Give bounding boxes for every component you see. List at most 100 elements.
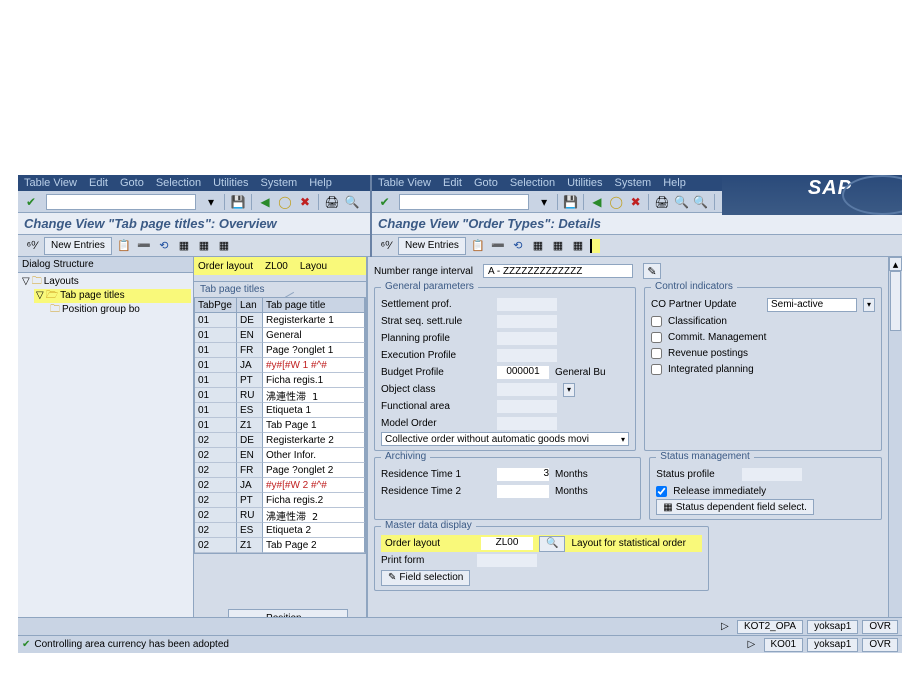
nri-input[interactable]: [483, 264, 633, 278]
cell-title[interactable]: Other Infor.: [263, 448, 365, 463]
cell-title[interactable]: 沸連性滞 2: [263, 508, 365, 523]
rt2-input[interactable]: [497, 485, 549, 498]
budprof-input[interactable]: 000001: [497, 366, 549, 379]
del-icon-r[interactable]: ➖: [490, 238, 506, 254]
sel-icon[interactable]: ▦: [176, 238, 192, 254]
menu-edit-r[interactable]: Edit: [443, 177, 462, 189]
cell-tabpge[interactable]: 02: [195, 478, 237, 493]
new-entries-button[interactable]: New Entries: [44, 237, 112, 255]
table-row[interactable]: 02PTFicha regis.2: [195, 493, 365, 508]
model-input[interactable]: [497, 417, 557, 430]
tree-root[interactable]: ▽🗀Layouts: [20, 275, 191, 289]
table-row[interactable]: 02DERegisterkarte 2: [195, 433, 365, 448]
exit-icon-r[interactable]: ◯: [608, 193, 625, 211]
menu-help[interactable]: Help: [309, 177, 332, 189]
status1-arrow[interactable]: ▷: [721, 621, 733, 632]
col-tabpge[interactable]: TabPge: [195, 298, 237, 313]
planprof-input[interactable]: [497, 332, 557, 345]
cell-title[interactable]: 沸連性滞 1: [263, 388, 365, 403]
pencil-icon[interactable]: ✎: [643, 263, 661, 279]
col-title[interactable]: Tab page title: [263, 298, 365, 313]
cell-lan[interactable]: RU: [237, 388, 263, 403]
del-icon[interactable]: ➖: [136, 238, 152, 254]
print-icon[interactable]: 🖨: [323, 193, 341, 211]
command-field-r[interactable]: [399, 194, 529, 210]
sel2-icon[interactable]: ▦: [196, 238, 212, 254]
table-row[interactable]: 01FRPage ?onglet 1: [195, 343, 365, 358]
cell-title[interactable]: #y#[#W 2 #^#: [263, 478, 365, 493]
undo-icon-r[interactable]: ⟲: [510, 238, 526, 254]
cell-lan[interactable]: FR: [237, 343, 263, 358]
cell-tabpge[interactable]: 02: [195, 433, 237, 448]
intp-chk[interactable]: [651, 364, 662, 375]
selB-icon-r[interactable]: ▦: [550, 238, 566, 254]
table-row[interactable]: 02Z1Tab Page 2: [195, 538, 365, 553]
cell-tabpge[interactable]: 01: [195, 328, 237, 343]
cell-title[interactable]: Tab Page 2: [263, 538, 365, 553]
cell-tabpge[interactable]: 01: [195, 403, 237, 418]
table-row[interactable]: 02RU沸連性滞 2: [195, 508, 365, 523]
menu-tableview[interactable]: Table View: [24, 177, 77, 189]
menu-selection-r[interactable]: Selection: [510, 177, 555, 189]
dd-icon[interactable]: ▾: [202, 193, 220, 211]
exit-icon[interactable]: ◯: [276, 193, 294, 211]
cell-title[interactable]: General: [263, 328, 365, 343]
order-layout-value[interactable]: ZL00: [259, 259, 294, 273]
menu-utilities-r[interactable]: Utilities: [567, 177, 602, 189]
cell-tabpge[interactable]: 02: [195, 538, 237, 553]
expand-icon-r[interactable]: ⁶⁰⁄: [378, 238, 394, 254]
cell-lan[interactable]: DE: [237, 313, 263, 328]
execprof-input[interactable]: [497, 349, 557, 362]
copy-icon[interactable]: 📋: [116, 238, 132, 254]
commit-chk[interactable]: [651, 332, 662, 343]
cell-lan[interactable]: EN: [237, 448, 263, 463]
new-entries-button-r[interactable]: New Entries: [398, 237, 466, 255]
cancel-icon-r[interactable]: ✖: [627, 193, 644, 211]
back-icon-r[interactable]: ◀: [588, 193, 605, 211]
table-row[interactable]: 02FRPage ?onglet 2: [195, 463, 365, 478]
cell-lan[interactable]: ES: [237, 523, 263, 538]
findnext-icon-r[interactable]: 🔍: [692, 193, 709, 211]
scroll-up-icon[interactable]: ▴: [889, 257, 902, 271]
table-row[interactable]: 02ESEtiqueta 2: [195, 523, 365, 538]
undo-icon[interactable]: ⟲: [156, 238, 172, 254]
sp-input[interactable]: [742, 468, 802, 481]
rel-chk[interactable]: [656, 486, 667, 497]
table-row[interactable]: 01PTFicha regis.1: [195, 373, 365, 388]
cell-title[interactable]: Page ?onglet 1: [263, 343, 365, 358]
table-row[interactable]: 02JA#y#[#W 2 #^#: [195, 478, 365, 493]
objclass-input[interactable]: [497, 383, 557, 396]
vscroll[interactable]: ▴ ▾: [888, 257, 902, 633]
save-icon[interactable]: 💾: [229, 193, 247, 211]
cell-title[interactable]: Etiqueta 1: [263, 403, 365, 418]
tree-child2[interactable]: 🗀Position group bo: [48, 303, 191, 317]
cancel-icon[interactable]: ✖: [296, 193, 314, 211]
table-row[interactable]: 01ENGeneral: [195, 328, 365, 343]
cell-title[interactable]: Tab Page 1: [263, 418, 365, 433]
cell-title[interactable]: #y#[#W 1 #^#: [263, 358, 365, 373]
copu-dd[interactable]: Semi-active: [767, 298, 857, 312]
dd-icon-r[interactable]: ▾: [535, 193, 552, 211]
cell-tabpge[interactable]: 01: [195, 313, 237, 328]
cell-lan[interactable]: JA: [237, 358, 263, 373]
menu-selection[interactable]: Selection: [156, 177, 201, 189]
tree-child1[interactable]: ▽🗁Tab page titles: [34, 289, 191, 303]
cell-lan[interactable]: ES: [237, 403, 263, 418]
tab-titles-grid[interactable]: TabPge Lan Tab page title 01DERegisterka…: [194, 297, 366, 554]
expand-icon[interactable]: ⁶⁰⁄: [24, 238, 40, 254]
cell-title[interactable]: Etiqueta 2: [263, 523, 365, 538]
find-icon-r[interactable]: 🔍: [673, 193, 690, 211]
settprof-input[interactable]: [497, 298, 557, 311]
menu-system[interactable]: System: [261, 177, 298, 189]
ok-icon-r[interactable]: ✔: [376, 193, 393, 211]
strat-input[interactable]: [497, 315, 557, 328]
cell-tabpge[interactable]: 01: [195, 358, 237, 373]
menu-utilities[interactable]: Utilities: [213, 177, 248, 189]
rt1-input[interactable]: 3: [497, 468, 549, 481]
table-row[interactable]: 01JA#y#[#W 1 #^#: [195, 358, 365, 373]
mdd-fs-button[interactable]: ✎Field selection: [381, 570, 470, 586]
menu-goto-r[interactable]: Goto: [474, 177, 498, 189]
cell-tabpge[interactable]: 02: [195, 493, 237, 508]
cell-lan[interactable]: FR: [237, 463, 263, 478]
cell-tabpge[interactable]: 01: [195, 343, 237, 358]
